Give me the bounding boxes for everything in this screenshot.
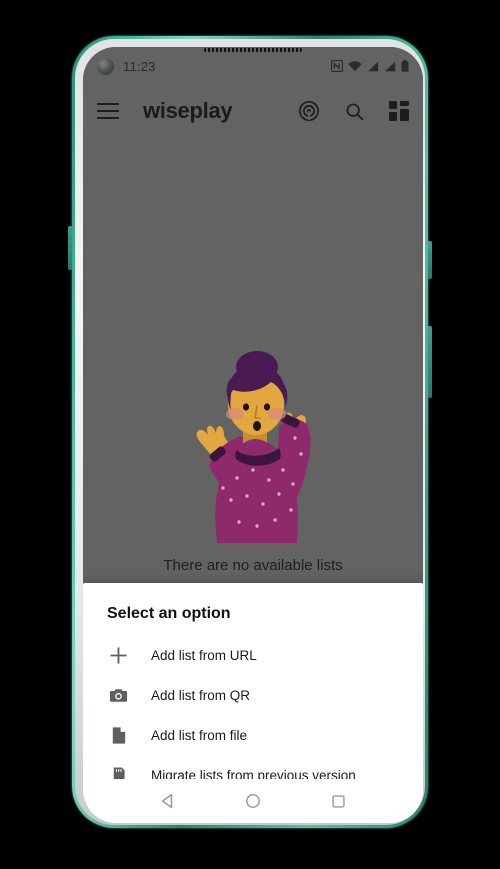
nfc-icon	[331, 60, 343, 72]
phone-screen: 11:23 wiseplay There are no available li…	[83, 47, 423, 823]
volume-button[interactable]	[428, 241, 432, 279]
camera-icon	[107, 684, 129, 706]
status-bar: 11:23	[83, 47, 423, 85]
front-camera-punch-hole	[97, 57, 114, 75]
signal-icon-2	[385, 61, 396, 71]
earpiece-speaker	[204, 48, 302, 52]
option-label: Add list from QR	[151, 687, 251, 703]
hamburger-menu-icon[interactable]	[97, 103, 119, 119]
bottom-sheet-options: Add list from URL Add list from QR Add l…	[83, 629, 423, 795]
cast-icon[interactable]	[298, 100, 320, 122]
app-toolbar: wiseplay	[83, 85, 423, 137]
file-icon	[107, 724, 129, 746]
option-add-list-from-file[interactable]: Add list from file	[83, 715, 423, 755]
option-add-list-from-url[interactable]: Add list from URL	[83, 635, 423, 675]
power-button[interactable]	[428, 326, 432, 398]
battery-icon	[401, 60, 409, 72]
alert-slider-button[interactable]	[68, 226, 72, 270]
navigation-bar	[83, 779, 423, 823]
phone-frame: 11:23 wiseplay There are no available li…	[68, 36, 432, 828]
search-icon[interactable]	[344, 101, 365, 122]
toolbar-actions	[298, 100, 409, 122]
status-bar-clock: 11:23	[123, 58, 156, 74]
back-button[interactable]	[160, 793, 176, 809]
phone-bezel: 11:23 wiseplay There are no available li…	[75, 39, 425, 825]
status-bar-icons	[331, 60, 409, 72]
option-label: Add list from file	[151, 727, 248, 743]
bottom-sheet-title: Select an option	[107, 605, 231, 622]
app-title: wiseplay	[143, 98, 233, 123]
confused-woman-illustration	[196, 351, 311, 543]
recents-button[interactable]	[331, 794, 346, 809]
signal-icon-1	[368, 61, 379, 71]
plus-icon	[107, 644, 129, 666]
empty-state-message: There are no available lists	[163, 557, 343, 574]
grid-view-icon[interactable]	[389, 101, 409, 121]
option-add-list-from-qr[interactable]: Add list from QR	[83, 675, 423, 715]
wifi-icon	[348, 60, 362, 71]
home-button[interactable]	[245, 793, 261, 809]
option-label: Add list from URL	[151, 647, 257, 663]
